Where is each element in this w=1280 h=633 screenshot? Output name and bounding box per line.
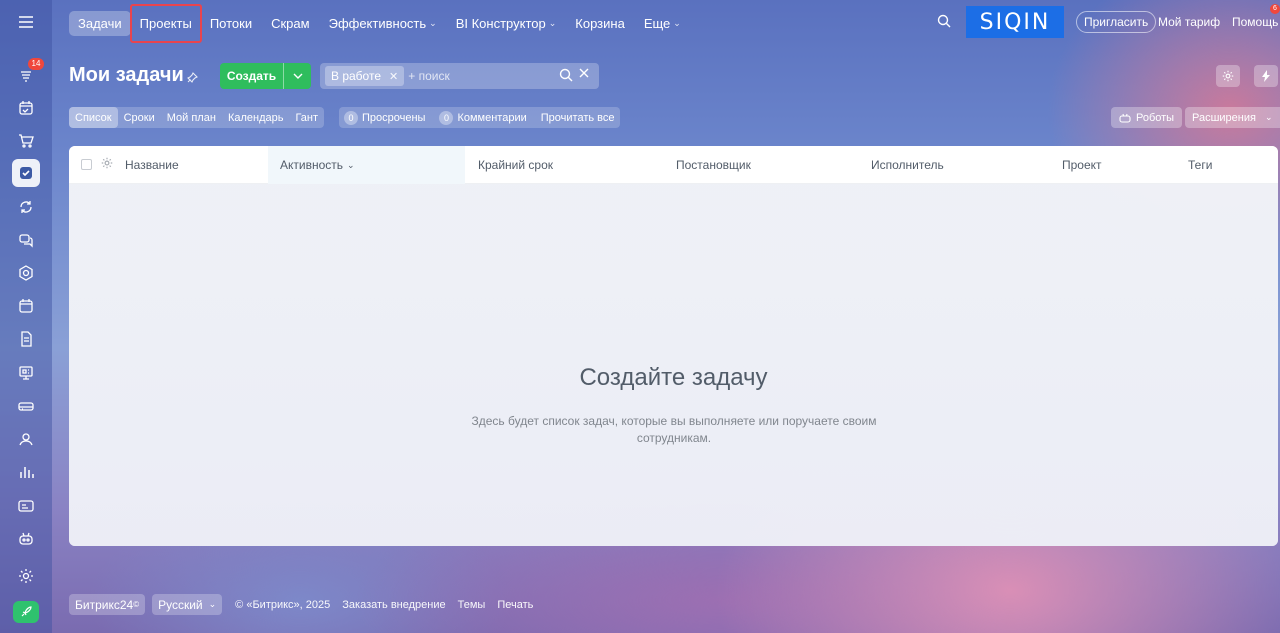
tab-tasks[interactable]: Задачи bbox=[69, 10, 131, 36]
chevron-down-icon: ⌄ bbox=[429, 17, 437, 28]
column-deadline[interactable]: Крайний срок bbox=[478, 146, 553, 184]
lightning-icon[interactable] bbox=[1254, 65, 1278, 87]
company-logo[interactable]: SIQIN bbox=[966, 6, 1064, 38]
invite-button[interactable]: Пригласить bbox=[1076, 11, 1157, 33]
page-title: Мои задачи bbox=[69, 64, 184, 86]
sync-icon[interactable] bbox=[12, 193, 40, 221]
hamburger-icon[interactable] bbox=[12, 8, 40, 36]
comments-counter[interactable]: 0 Комментарии bbox=[439, 110, 527, 125]
checkbox-icon[interactable] bbox=[12, 159, 40, 187]
empty-state: Создайте задачу Здесь будет список задач… bbox=[69, 184, 1278, 546]
remove-filter-icon[interactable]: ✕ bbox=[389, 70, 398, 83]
id-card-icon[interactable] bbox=[12, 492, 40, 520]
view-list[interactable]: Список bbox=[69, 107, 118, 128]
presentation-icon[interactable] bbox=[12, 359, 40, 387]
calendar-check-icon[interactable] bbox=[12, 94, 40, 122]
search-icon[interactable] bbox=[558, 67, 574, 83]
create-label: Создать bbox=[226, 69, 277, 83]
left-sidebar: 14 bbox=[0, 0, 52, 633]
chevron-down-icon[interactable] bbox=[284, 73, 311, 79]
overdue-count: 0 bbox=[344, 110, 358, 125]
column-assignee[interactable]: Исполнитель bbox=[871, 146, 944, 184]
bar-chart-icon[interactable] bbox=[12, 458, 40, 486]
column-tags[interactable]: Теги bbox=[1188, 146, 1212, 184]
users-icon[interactable] bbox=[12, 425, 40, 453]
comments-label: Комментарии bbox=[457, 111, 527, 124]
robot-icon bbox=[1119, 113, 1131, 123]
chevron-down-icon: ⌄ bbox=[208, 599, 217, 609]
chat-icon[interactable] bbox=[12, 226, 40, 254]
view-calendar[interactable]: Календарь bbox=[222, 107, 290, 128]
table-header: Название Активность ⌄ Крайний срок Поста… bbox=[69, 146, 1278, 184]
footer: Битрикс24 © Русский ⌄ © «Битрикс», 2025 З… bbox=[69, 594, 539, 615]
pin-icon[interactable] bbox=[187, 72, 198, 83]
search-input[interactable] bbox=[408, 69, 549, 83]
feed-badge: 14 bbox=[28, 58, 44, 70]
column-creator[interactable]: Постановщик bbox=[676, 146, 751, 184]
view-deadlines[interactable]: Сроки bbox=[118, 107, 161, 128]
gear-icon[interactable] bbox=[12, 562, 40, 590]
drive-icon[interactable] bbox=[12, 392, 40, 420]
tab-flows[interactable]: Потоки bbox=[201, 11, 261, 36]
filter-search-box[interactable]: В работе ✕ bbox=[320, 63, 599, 89]
comments-count: 0 bbox=[439, 110, 454, 125]
copyright-mark: © bbox=[133, 600, 140, 609]
themes-link[interactable]: Темы bbox=[458, 599, 486, 611]
overdue-counter[interactable]: 0 Просрочены bbox=[344, 110, 426, 125]
create-task-button[interactable]: Создать bbox=[220, 63, 311, 89]
view-switcher: Список Сроки Мой план Календарь Гант bbox=[69, 107, 325, 128]
column-activity[interactable]: Активность ⌄ bbox=[268, 146, 465, 184]
calendar-icon[interactable] bbox=[12, 292, 40, 320]
chevron-down-icon: ⌄ bbox=[548, 17, 557, 28]
empty-state-description: Здесь будет список задач, которые вы вып… bbox=[471, 414, 877, 445]
counters-bar: 0 Просрочены 0 Комментарии Прочитать все bbox=[339, 107, 620, 128]
view-gantt[interactable]: Гант bbox=[289, 107, 324, 128]
view-my-plan[interactable]: Мой план bbox=[161, 107, 222, 128]
tab-bi-builder[interactable]: BI Конструктор ⌄ bbox=[447, 11, 566, 36]
hexagon-icon[interactable] bbox=[12, 259, 40, 287]
document-icon[interactable] bbox=[12, 325, 40, 353]
filter-chip-in-progress[interactable]: В работе ✕ bbox=[325, 66, 405, 86]
tab-scrum[interactable]: Скрам bbox=[262, 11, 318, 36]
extensions-button[interactable]: Расширения ⌄ bbox=[1185, 107, 1280, 128]
print-link[interactable]: Печать bbox=[497, 599, 533, 611]
overdue-label: Просрочены bbox=[362, 111, 426, 124]
tab-more[interactable]: Еще ⌄ bbox=[635, 11, 690, 36]
tab-trash[interactable]: Корзина bbox=[566, 11, 634, 36]
broadcast-icon[interactable]: 14 bbox=[12, 58, 44, 90]
help-button[interactable]: Помощь bbox=[1225, 11, 1280, 33]
column-name[interactable]: Название bbox=[125, 146, 179, 184]
empty-state-title: Создайте задачу bbox=[579, 364, 768, 391]
my-tariff-button[interactable]: Мой тариф bbox=[1151, 11, 1227, 33]
chevron-down-icon: ⌄ bbox=[347, 159, 355, 170]
bitrix24-brand-button[interactable]: Битрикс24 © bbox=[69, 594, 146, 615]
robots-button[interactable]: Роботы bbox=[1111, 107, 1183, 128]
tab-projects[interactable]: Проекты bbox=[129, 3, 202, 43]
task-list-panel: Название Активность ⌄ Крайний срок Поста… bbox=[69, 146, 1278, 546]
settings-gear-icon[interactable] bbox=[1216, 65, 1240, 87]
robot-icon[interactable] bbox=[12, 525, 40, 553]
top-navigation: Задачи Проекты Потоки Скрам Эффективност… bbox=[69, 3, 691, 43]
cart-icon[interactable] bbox=[12, 127, 40, 155]
search-icon[interactable] bbox=[936, 13, 954, 31]
tab-efficiency[interactable]: Эффективность ⌄ bbox=[320, 11, 446, 36]
chevron-down-icon: ⌄ bbox=[673, 17, 681, 28]
column-project[interactable]: Проект bbox=[1062, 146, 1102, 184]
read-all-button[interactable]: Прочитать все bbox=[541, 112, 615, 124]
language-select[interactable]: Русский ⌄ bbox=[152, 594, 223, 615]
select-all-checkbox[interactable] bbox=[81, 159, 92, 170]
order-implementation-link[interactable]: Заказать внедрение bbox=[342, 599, 445, 611]
clear-icon[interactable] bbox=[577, 66, 591, 80]
copyright-text: © «Битрикс», 2025 bbox=[235, 598, 331, 611]
rocket-icon[interactable] bbox=[13, 601, 39, 623]
column-settings-gear-icon[interactable] bbox=[101, 157, 113, 169]
help-badge: 6 bbox=[1270, 4, 1280, 14]
chevron-down-icon[interactable]: ⌄ bbox=[1265, 112, 1273, 123]
